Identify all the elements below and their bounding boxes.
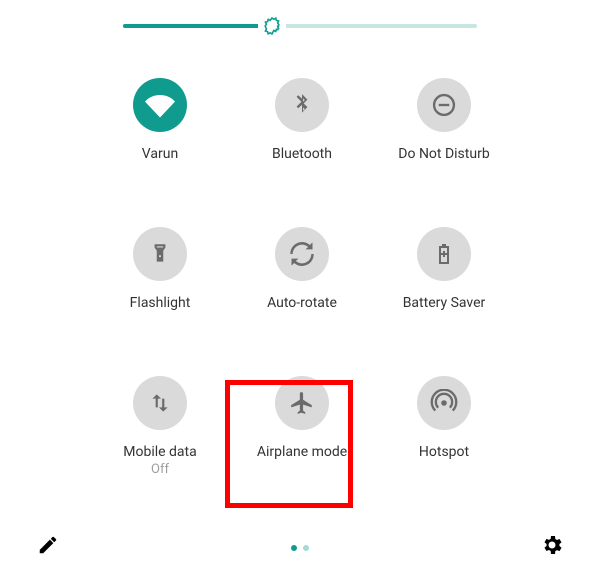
tile-airplane: Airplane mode: [242, 376, 362, 478]
wifi-label: Varun: [142, 146, 178, 163]
tile-battery: Battery Saver: [384, 227, 504, 312]
dnd-label: Do Not Disturb: [398, 146, 489, 163]
airplane-label: Airplane mode: [257, 444, 347, 461]
battery-saver-toggle[interactable]: [417, 227, 471, 281]
mobiledata-label: Mobile data: [123, 444, 196, 461]
footer: [0, 521, 600, 565]
hotspot-icon: [430, 389, 458, 417]
tile-flashlight: Flashlight: [100, 227, 220, 312]
auto-rotate-icon: [288, 240, 316, 268]
flashlight-toggle[interactable]: [133, 227, 187, 281]
airplane-mode-toggle[interactable]: [275, 376, 329, 430]
tile-mobiledata: Mobile data Off: [100, 376, 220, 478]
autorotate-toggle[interactable]: [275, 227, 329, 281]
bluetooth-label: Bluetooth: [272, 146, 332, 163]
page-dot-1[interactable]: [291, 545, 297, 551]
autorotate-label: Auto-rotate: [267, 295, 337, 312]
tile-wifi: Varun: [100, 78, 220, 163]
brightness-track: [123, 24, 477, 28]
mobile-data-toggle[interactable]: [133, 376, 187, 430]
tile-bluetooth: Bluetooth: [242, 78, 362, 163]
settings-button[interactable]: [538, 531, 566, 559]
dnd-toggle[interactable]: [417, 78, 471, 132]
airplane-icon: [289, 390, 315, 416]
edit-button[interactable]: [34, 531, 62, 559]
page-dot-2[interactable]: [303, 545, 309, 551]
tile-hotspot: Hotspot: [384, 376, 504, 478]
page-indicator: [291, 545, 309, 551]
battery-saver-icon: [432, 242, 456, 266]
bluetooth-toggle[interactable]: [275, 78, 329, 132]
gear-icon: [540, 533, 564, 557]
flashlight-label: Flashlight: [130, 295, 191, 312]
wifi-toggle[interactable]: [133, 78, 187, 132]
bluetooth-icon: [289, 92, 315, 118]
pencil-icon: [37, 534, 59, 556]
wifi-icon: [145, 90, 175, 120]
quick-settings-panel: Varun Bluetooth Do Not Disturb: [0, 0, 600, 573]
brightness-thumb[interactable]: [258, 12, 286, 40]
hotspot-toggle[interactable]: [417, 376, 471, 430]
brightness-fill: [123, 24, 272, 28]
mobiledata-sub: Off: [151, 462, 169, 477]
do-not-disturb-icon: [430, 91, 458, 119]
tile-autorotate: Auto-rotate: [242, 227, 362, 312]
mobile-data-icon: [147, 390, 173, 416]
hotspot-label: Hotspot: [419, 444, 469, 461]
tile-dnd: Do Not Disturb: [384, 78, 504, 163]
brightness-slider[interactable]: [123, 24, 477, 28]
brightness-icon: [260, 14, 284, 38]
flashlight-icon: [147, 241, 173, 267]
tiles-grid: Varun Bluetooth Do Not Disturb: [100, 78, 500, 477]
battery-label: Battery Saver: [403, 295, 486, 312]
